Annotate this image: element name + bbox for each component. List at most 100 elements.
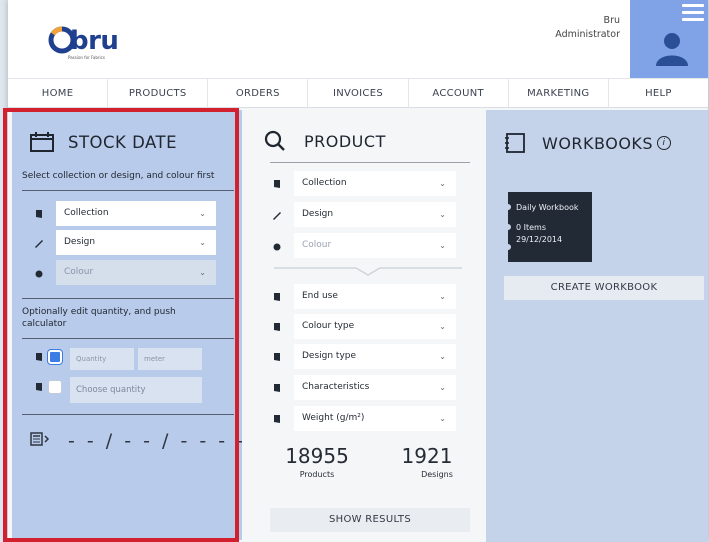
divider: [22, 414, 234, 415]
quantity-row: [32, 350, 62, 364]
binder-dot: [505, 204, 511, 210]
workbook-date: 29/12/2014: [516, 235, 563, 244]
hamburger-menu-icon[interactable]: [682, 4, 704, 22]
logo-text: bru: [70, 26, 119, 56]
book-icon: [270, 412, 284, 426]
stock-hint-select: Select collection or design, and colour …: [22, 171, 215, 181]
paint-drop-icon: [270, 239, 284, 253]
book-icon: [270, 320, 284, 334]
book-icon: [270, 381, 284, 395]
expand-divider[interactable]: [274, 265, 462, 277]
book-icon: [32, 380, 46, 394]
nav-home[interactable]: HOME: [8, 79, 109, 107]
select-label: Design: [64, 237, 96, 247]
quantity-checkbox[interactable]: [48, 350, 62, 364]
nav-account[interactable]: ACCOUNT: [409, 79, 509, 107]
product-colour-select[interactable]: Colour ⌄: [294, 233, 456, 258]
stock-collection-select[interactable]: Collection ⌄: [56, 201, 216, 226]
product-panel: PRODUCT Collection ⌄ Design ⌄ Colour ⌄ E…: [242, 110, 478, 542]
chevron-down-icon: ⌄: [439, 414, 446, 423]
product-design-row: Design ⌄: [270, 202, 456, 227]
show-results-button[interactable]: SHOW RESULTS: [270, 508, 470, 532]
design-type-select[interactable]: Design type ⌄: [294, 344, 456, 369]
products-count: 18955: [285, 444, 349, 468]
book-icon: [270, 350, 284, 364]
app-frame: bru Passion for Fabrics Bru Administrato…: [8, 0, 708, 542]
choose-quantity-checkbox[interactable]: [48, 380, 62, 394]
chevron-down-icon: ⌄: [199, 238, 206, 247]
calculator-button[interactable]: [30, 432, 50, 446]
divider: [22, 298, 234, 299]
colour-type-row: Colour type ⌄: [270, 314, 456, 339]
workbooks-panel: WORKBOOKS i Daily Workbook 0 Items 29/12…: [486, 110, 708, 542]
calculator-icon: [30, 432, 50, 446]
create-workbook-button[interactable]: CREATE WORKBOOK: [504, 276, 704, 300]
workbooks-title: WORKBOOKS: [542, 133, 654, 153]
characteristics-select[interactable]: Characteristics ⌄: [294, 375, 456, 400]
select-label: Collection: [302, 178, 347, 188]
chevron-down-icon: ⌄: [439, 210, 446, 219]
select-label: Characteristics: [302, 382, 370, 392]
choose-quantity-row: [32, 380, 62, 394]
pencil-icon: [270, 208, 284, 222]
stock-colour-row: Colour ⌄: [32, 260, 216, 285]
stock-colour-select[interactable]: Colour ⌄: [56, 260, 216, 285]
colour-type-select[interactable]: Colour type ⌄: [294, 314, 456, 339]
binder-dot: [505, 244, 511, 250]
pencil-icon: [32, 236, 46, 250]
user-info: Bru Administrator: [555, 14, 620, 42]
avatar[interactable]: [630, 0, 708, 78]
characteristics-row: Characteristics ⌄: [270, 375, 456, 400]
chevron-down-icon: ⌄: [439, 292, 446, 301]
end-use-select[interactable]: End use ⌄: [294, 284, 456, 309]
product-heading: PRODUCT: [264, 130, 386, 152]
stock-date-heading: STOCK DATE: [30, 132, 177, 152]
chevron-down-icon: ⌄: [439, 352, 446, 361]
select-label: Collection: [64, 208, 109, 218]
unit-input[interactable]: meter: [138, 348, 202, 370]
workbook-card[interactable]: Daily Workbook 0 Items 29/12/2014: [505, 192, 592, 262]
weight-row: Weight (g/m²) ⌄: [270, 406, 456, 431]
stock-date-display: - - / - - / - - - -: [68, 430, 248, 452]
nav-help[interactable]: HELP: [609, 79, 708, 107]
nav-marketing[interactable]: MARKETING: [509, 79, 609, 107]
nav-invoices[interactable]: INVOICES: [308, 79, 409, 107]
quantity-input[interactable]: Quantity: [70, 348, 134, 370]
product-title: PRODUCT: [304, 131, 386, 151]
paint-drop-icon: [32, 266, 46, 280]
stock-hint-quantity: Optionally edit quantity, and push calcu…: [22, 307, 176, 329]
user-silhouette-icon: [656, 33, 688, 66]
weight-select[interactable]: Weight (g/m²) ⌄: [294, 406, 456, 431]
divider: [22, 190, 234, 191]
chevron-down-icon: ⌄: [439, 383, 446, 392]
book-icon: [270, 177, 284, 191]
header: bru Passion for Fabrics Bru Administrato…: [8, 0, 708, 78]
workbooks-heading: WORKBOOKS i: [504, 132, 672, 154]
stock-design-row: Design ⌄: [32, 230, 216, 255]
select-label: Weight (g/m²): [302, 413, 365, 423]
select-label: Colour: [64, 267, 94, 277]
select-label: Design: [302, 209, 334, 219]
divider: [22, 338, 234, 339]
select-label: Design type: [302, 351, 357, 361]
stock-collection-row: Collection ⌄: [32, 201, 216, 226]
book-icon: [32, 350, 46, 364]
workbook-name: Daily Workbook: [516, 203, 579, 212]
product-design-select[interactable]: Design ⌄: [294, 202, 456, 227]
choose-quantity-field[interactable]: Choose quantity: [70, 377, 202, 403]
product-collection-select[interactable]: Collection ⌄: [294, 171, 456, 196]
book-icon: [32, 207, 46, 221]
select-label: Colour type: [302, 321, 355, 331]
designs-label: Designs: [421, 470, 453, 479]
chevron-down-icon: ⌄: [439, 241, 446, 250]
nav-products[interactable]: PRODUCTS: [108, 79, 209, 107]
stock-design-select[interactable]: Design ⌄: [56, 230, 216, 255]
binder-dot: [505, 224, 511, 230]
designs-count: 1921: [401, 444, 453, 468]
chevron-down-icon: ⌄: [439, 179, 446, 188]
calendar-icon: [30, 132, 54, 152]
bru-logo[interactable]: bru Passion for Fabrics: [48, 22, 158, 62]
nav-orders[interactable]: ORDERS: [208, 79, 309, 107]
select-label: Colour: [302, 240, 332, 250]
info-icon[interactable]: i: [657, 136, 672, 150]
